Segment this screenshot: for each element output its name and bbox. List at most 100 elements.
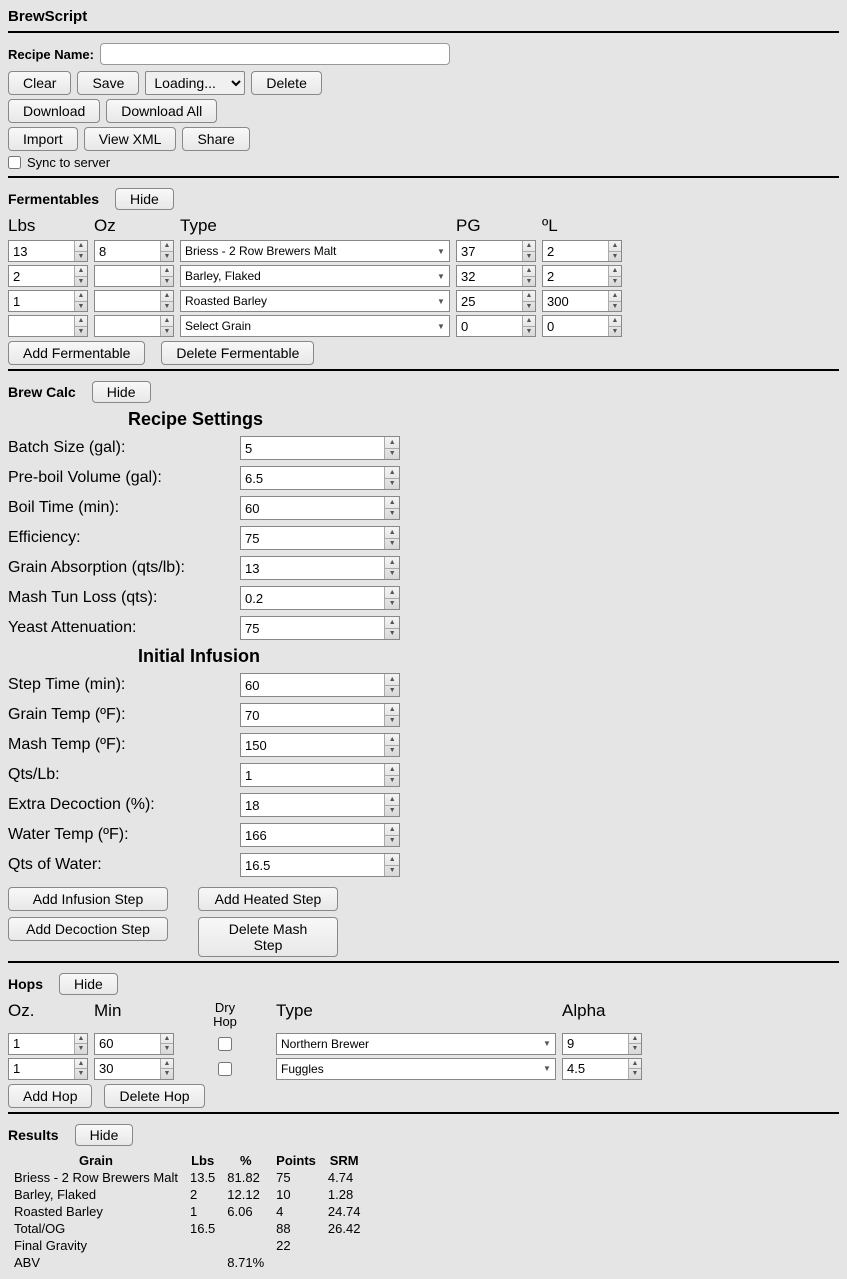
down-arrow-icon[interactable]: ▼ <box>629 1069 641 1079</box>
spinner-arrows[interactable]: ▲▼ <box>160 316 173 336</box>
calc-input-mashtemp-input[interactable] <box>241 734 384 756</box>
up-arrow-icon[interactable]: ▲ <box>385 557 399 569</box>
ferm-l-2[interactable]: ▲▼ <box>542 290 622 312</box>
up-arrow-icon[interactable]: ▲ <box>161 1059 173 1070</box>
delete-fermentable-button[interactable]: Delete Fermentable <box>161 341 314 365</box>
spinner-arrows[interactable]: ▲▼ <box>384 824 399 846</box>
calc-input-graintemp[interactable]: ▲▼ <box>240 703 400 727</box>
up-arrow-icon[interactable]: ▲ <box>609 291 621 302</box>
calc-input-qtslb-input[interactable] <box>241 764 384 786</box>
down-arrow-icon[interactable]: ▼ <box>609 277 621 287</box>
ferm-l-0-input[interactable] <box>543 241 608 261</box>
down-arrow-icon[interactable]: ▼ <box>385 746 399 757</box>
down-arrow-icon[interactable]: ▼ <box>523 327 535 337</box>
spinner-arrows[interactable]: ▲▼ <box>608 241 621 261</box>
up-arrow-icon[interactable]: ▲ <box>523 241 535 252</box>
up-arrow-icon[interactable]: ▲ <box>385 674 399 686</box>
hop-alpha-0[interactable]: ▲▼ <box>562 1033 642 1055</box>
calc-input-atten[interactable]: ▲▼ <box>240 616 400 640</box>
hide-results-button[interactable]: Hide <box>75 1124 134 1146</box>
down-arrow-icon[interactable]: ▼ <box>161 327 173 337</box>
down-arrow-icon[interactable]: ▼ <box>75 1069 87 1079</box>
hop-oz-0[interactable]: ▲▼ <box>8 1033 88 1055</box>
calc-input-qtswater[interactable]: ▲▼ <box>240 853 400 877</box>
spinner-arrows[interactable]: ▲▼ <box>74 241 87 261</box>
ferm-l-2-input[interactable] <box>543 291 608 311</box>
up-arrow-icon[interactable]: ▲ <box>385 794 399 806</box>
calc-input-decoc-input[interactable] <box>241 794 384 816</box>
ferm-oz-0-input[interactable] <box>95 241 160 261</box>
share-button[interactable]: Share <box>182 127 249 151</box>
view-xml-button[interactable]: View XML <box>84 127 177 151</box>
ferm-pg-3-input[interactable] <box>457 316 522 336</box>
ferm-oz-0[interactable]: ▲▼ <box>94 240 174 262</box>
ferm-lbs-1[interactable]: ▲▼ <box>8 265 88 287</box>
down-arrow-icon[interactable]: ▼ <box>385 479 399 490</box>
ferm-pg-0-input[interactable] <box>457 241 522 261</box>
up-arrow-icon[interactable]: ▲ <box>523 266 535 277</box>
hop-dry-1[interactable] <box>218 1062 232 1076</box>
ferm-l-0[interactable]: ▲▼ <box>542 240 622 262</box>
spinner-arrows[interactable]: ▲▼ <box>384 704 399 726</box>
down-arrow-icon[interactable]: ▼ <box>385 716 399 727</box>
spinner-arrows[interactable]: ▲▼ <box>384 527 399 549</box>
spinner-arrows[interactable]: ▲▼ <box>384 734 399 756</box>
import-button[interactable]: Import <box>8 127 78 151</box>
spinner-arrows[interactable]: ▲▼ <box>608 266 621 286</box>
delete-mash-step-button[interactable]: Delete Mash Step <box>198 917 338 957</box>
down-arrow-icon[interactable]: ▼ <box>161 252 173 262</box>
calc-input-atten-input[interactable] <box>241 617 384 639</box>
calc-input-watertemp-input[interactable] <box>241 824 384 846</box>
spinner-arrows[interactable]: ▲▼ <box>74 1059 87 1079</box>
down-arrow-icon[interactable]: ▼ <box>75 277 87 287</box>
up-arrow-icon[interactable]: ▲ <box>75 291 87 302</box>
calc-input-absorb[interactable]: ▲▼ <box>240 556 400 580</box>
spinner-arrows[interactable]: ▲▼ <box>384 437 399 459</box>
up-arrow-icon[interactable]: ▲ <box>161 266 173 277</box>
ferm-pg-2-input[interactable] <box>457 291 522 311</box>
ferm-lbs-0-input[interactable] <box>9 241 74 261</box>
down-arrow-icon[interactable]: ▼ <box>609 327 621 337</box>
spinner-arrows[interactable]: ▲▼ <box>522 316 535 336</box>
ferm-l-3[interactable]: ▲▼ <box>542 315 622 337</box>
ferm-oz-2-input[interactable] <box>95 291 160 311</box>
calc-input-watertemp[interactable]: ▲▼ <box>240 823 400 847</box>
up-arrow-icon[interactable]: ▲ <box>385 764 399 776</box>
down-arrow-icon[interactable]: ▼ <box>75 252 87 262</box>
spinner-arrows[interactable]: ▲▼ <box>74 1034 87 1054</box>
ferm-oz-2[interactable]: ▲▼ <box>94 290 174 312</box>
down-arrow-icon[interactable]: ▼ <box>609 252 621 262</box>
spinner-arrows[interactable]: ▲▼ <box>384 587 399 609</box>
ferm-lbs-3-input[interactable] <box>9 316 74 336</box>
up-arrow-icon[interactable]: ▲ <box>385 704 399 716</box>
spinner-arrows[interactable]: ▲▼ <box>384 617 399 639</box>
calc-input-tunloss-input[interactable] <box>241 587 384 609</box>
up-arrow-icon[interactable]: ▲ <box>161 241 173 252</box>
ferm-oz-3[interactable]: ▲▼ <box>94 315 174 337</box>
spinner-arrows[interactable]: ▲▼ <box>160 1034 173 1054</box>
spinner-arrows[interactable]: ▲▼ <box>522 291 535 311</box>
down-arrow-icon[interactable]: ▼ <box>385 449 399 460</box>
up-arrow-icon[interactable]: ▲ <box>75 1034 87 1045</box>
ferm-oz-3-input[interactable] <box>95 316 160 336</box>
hop-type-0[interactable]: Northern Brewer ▼ <box>276 1033 556 1055</box>
hop-alpha-1[interactable]: ▲▼ <box>562 1058 642 1080</box>
up-arrow-icon[interactable]: ▲ <box>385 617 399 629</box>
hop-oz-0-input[interactable] <box>9 1034 74 1054</box>
spinner-arrows[interactable]: ▲▼ <box>160 266 173 286</box>
ferm-type-1[interactable]: Barley, Flaked ▼ <box>180 265 450 287</box>
up-arrow-icon[interactable]: ▲ <box>629 1059 641 1070</box>
calc-input-boil[interactable]: ▲▼ <box>240 496 400 520</box>
ferm-pg-1[interactable]: ▲▼ <box>456 265 536 287</box>
spinner-arrows[interactable]: ▲▼ <box>608 316 621 336</box>
up-arrow-icon[interactable]: ▲ <box>75 316 87 327</box>
spinner-arrows[interactable]: ▲▼ <box>74 266 87 286</box>
down-arrow-icon[interactable]: ▼ <box>629 1044 641 1054</box>
download-button[interactable]: Download <box>8 99 100 123</box>
up-arrow-icon[interactable]: ▲ <box>75 266 87 277</box>
hide-fermentables-button[interactable]: Hide <box>115 188 174 210</box>
up-arrow-icon[interactable]: ▲ <box>75 241 87 252</box>
up-arrow-icon[interactable]: ▲ <box>385 497 399 509</box>
up-arrow-icon[interactable]: ▲ <box>385 467 399 479</box>
ferm-l-3-input[interactable] <box>543 316 608 336</box>
